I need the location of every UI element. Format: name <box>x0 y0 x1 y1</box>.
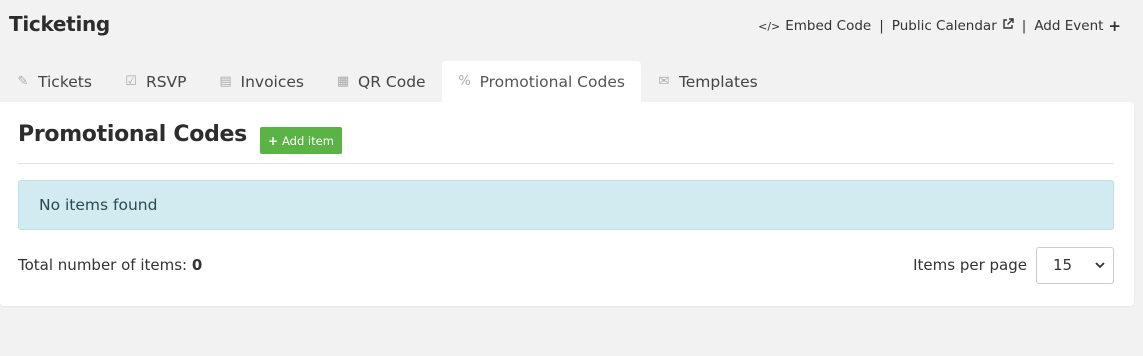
top-actions: </> Embed Code | Public Calendar | Add E… <box>758 17 1121 35</box>
add-item-button[interactable]: + Add item <box>259 127 342 154</box>
page-title: Promotional Codes <box>18 122 247 147</box>
tab-label: QR Code <box>358 72 426 91</box>
tab-rsvp[interactable]: ☑ RSVP <box>108 61 203 102</box>
top-bar: Ticketing </> Embed Code | Public Calend… <box>0 0 1143 60</box>
separator: | <box>1021 18 1027 34</box>
tab-invoices[interactable]: ▤ Invoices <box>203 61 321 102</box>
total-count: Total number of items: 0 <box>18 256 202 274</box>
tab-label: Tickets <box>38 72 92 91</box>
tab-templates[interactable]: ✉ Templates <box>641 61 774 102</box>
per-page-label: Items per page <box>913 256 1027 274</box>
tab-label: Promotional Codes <box>479 72 625 91</box>
ticket-icon: ✎ <box>17 74 29 89</box>
tab-label: Invoices <box>240 72 305 91</box>
embed-code-label: Embed Code <box>785 18 872 34</box>
public-calendar-label: Public Calendar <box>891 18 997 34</box>
public-calendar-link[interactable]: Public Calendar <box>892 18 1014 34</box>
empty-state-alert: No items found <box>18 180 1114 230</box>
add-event-link[interactable]: Add Event + <box>1034 17 1121 35</box>
app-title: Ticketing <box>9 12 110 36</box>
embed-code-link[interactable]: </> Embed Code <box>758 18 871 34</box>
content-panel: Promotional Codes + Add item No items fo… <box>0 102 1134 306</box>
envelope-icon: ✉ <box>658 74 670 89</box>
panel-header: Promotional Codes + Add item <box>18 122 1114 164</box>
separator: | <box>879 18 884 34</box>
tab-bar: ✎ Tickets ☑ RSVP ▤ Invoices ▦ QR Code % … <box>0 61 774 102</box>
tab-label: RSVP <box>145 72 187 91</box>
total-value: 0 <box>191 256 203 274</box>
total-label: Total number of items: <box>18 256 188 274</box>
tab-promotional-codes[interactable]: % Promotional Codes <box>441 61 641 102</box>
items-per-page: Items per page 15 <box>913 246 1114 284</box>
per-page-value: 15 <box>1053 256 1073 274</box>
list-footer: Total number of items: 0 Items per page … <box>18 246 1114 284</box>
per-page-select[interactable]: 15 <box>1036 246 1114 284</box>
empty-message: No items found <box>39 196 158 214</box>
plus-icon: + <box>1108 17 1121 35</box>
plus-icon: + <box>267 133 278 148</box>
percent-icon: % <box>458 74 471 89</box>
chevron-down-icon <box>1095 259 1105 272</box>
checkbox-icon: ☑ <box>125 74 137 89</box>
add-event-label: Add Event <box>1034 18 1104 34</box>
qr-code-icon: ▦ <box>336 74 350 89</box>
code-icon: </> <box>758 19 781 33</box>
document-icon: ▤ <box>219 74 232 89</box>
tab-label: Templates <box>678 72 758 91</box>
tab-qr-code[interactable]: ▦ QR Code <box>320 61 442 102</box>
external-link-icon <box>1002 18 1014 34</box>
add-item-label: Add item <box>282 133 334 148</box>
tab-tickets[interactable]: ✎ Tickets <box>0 61 108 102</box>
